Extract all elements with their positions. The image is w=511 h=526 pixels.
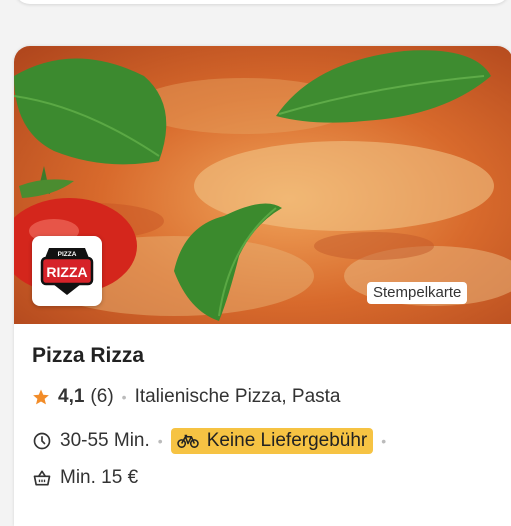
rating-value: 4,1 [58, 386, 85, 407]
delivery-info-row: 30-55 Min. • Keine Liefergebühr • [32, 428, 394, 454]
restaurant-logo: PIZZA RIZZA [32, 236, 102, 306]
restaurant-name: Pizza Rizza [32, 344, 145, 367]
separator-dot: • [381, 433, 387, 449]
separator-dot: • [121, 389, 127, 405]
star-icon [32, 388, 50, 406]
restaurant-card[interactable]: PIZZA RIZZA Stempelkarte Pizza Rizza 4,1… [14, 46, 511, 526]
rating-cuisine-row: 4,1 (6) • Italienische Pizza, Pasta [32, 386, 341, 408]
separator-dot: • [157, 433, 163, 449]
logo-text-top: PIZZA [58, 251, 77, 258]
review-count: (6) [90, 386, 114, 407]
basket-icon [32, 468, 52, 488]
stamp-card-badge: Stempelkarte [367, 282, 468, 304]
clock-icon [32, 431, 52, 451]
minimum-order: Min. 15 € [60, 467, 139, 488]
delivery-time: 30-55 Min. [60, 430, 150, 451]
bicycle-icon [176, 433, 199, 449]
delivery-fee-badge: Keine Liefergebühr [170, 428, 374, 454]
delivery-fee-label: Keine Liefergebühr [206, 430, 368, 451]
minimum-order-row: Min. 15 € [32, 467, 138, 489]
previous-restaurant-card[interactable] [14, 0, 510, 4]
logo-text-main: RIZZA [46, 264, 87, 280]
cuisine-label: Italienische Pizza, Pasta [134, 386, 341, 407]
